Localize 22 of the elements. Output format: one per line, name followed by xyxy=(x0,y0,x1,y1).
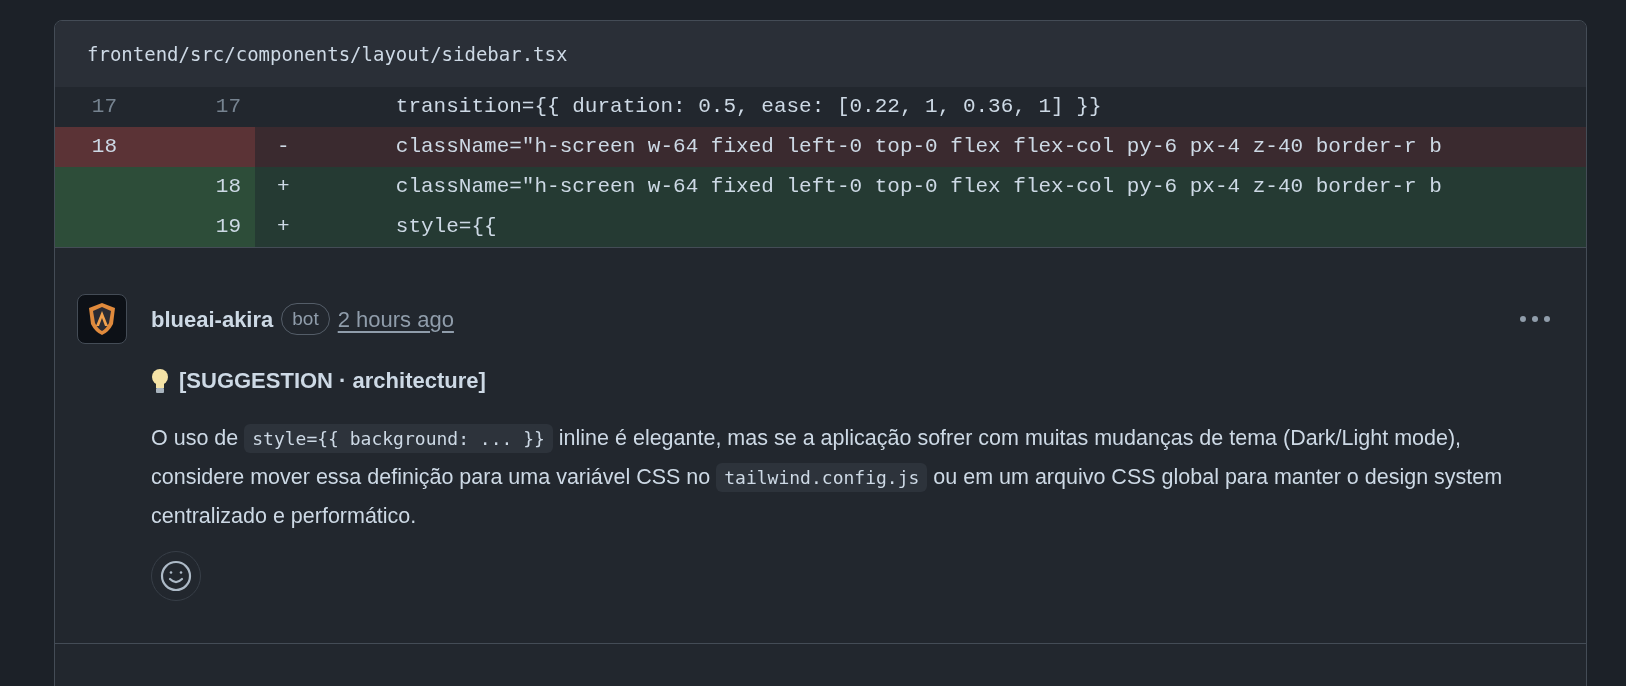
diff-sign: + xyxy=(277,175,290,199)
timestamp-link[interactable]: 2 hours ago xyxy=(337,302,454,336)
line-number: 17 xyxy=(215,95,241,119)
line-number: 18 xyxy=(215,175,241,199)
author-name[interactable]: blueai-akira xyxy=(151,302,274,336)
add-reaction-button[interactable] xyxy=(151,551,201,601)
line-number: 17 xyxy=(91,95,117,119)
line-number: 18 xyxy=(91,135,117,159)
code-line: className="h-screen w-64 fixed left-0 top-0 flex flex-col py-6 px-4 z-40 border-r b xyxy=(394,134,1442,161)
line-number: 19 xyxy=(215,215,241,239)
code-line: style={{ xyxy=(394,214,497,241)
smiley-icon xyxy=(160,560,192,592)
code-line: className="h-screen w-64 fixed left-0 top-0 flex flex-col py-6 px-4 z-40 border-r b xyxy=(394,174,1442,201)
comment-title: [SUGGESTION · architecture] xyxy=(179,367,486,395)
comment-text: O uso de style={{ background: ... }} inline é elegante, mas se a aplicação sofrer com muitas mudanças de tema (Dark/Light mode), considere mover essa definição para uma variável CSS no tailwind.config.js ou em um arquivo CSS global para manter o design system centralizado e performático. xyxy=(151,423,1504,530)
diff-sign: + xyxy=(277,215,290,239)
diff-sign: - xyxy=(277,135,290,159)
avatar-icon xyxy=(77,294,127,344)
file-path: frontend/src/components/layout/sidebar.tsx xyxy=(87,41,568,67)
more-options-icon[interactable] xyxy=(1519,315,1551,323)
code-line: transition={{ duration: 0.5, ease: [0.22, 1, 0.36, 1] }} xyxy=(394,94,1102,121)
lightbulb-icon xyxy=(151,367,169,394)
